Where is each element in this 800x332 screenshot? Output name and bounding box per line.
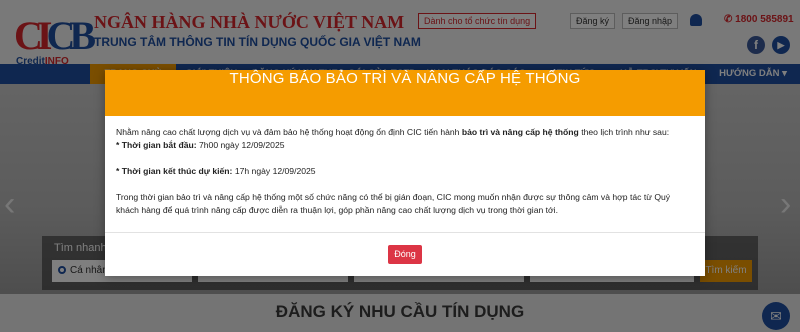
modal-start-time: * Thời gian bắt đầu: 7h00 ngày 12/09/202… <box>116 140 285 150</box>
modal-notice: Trong thời gian bảo trì và nâng cấp hệ t… <box>116 192 671 215</box>
maintenance-modal: THÔNG BÁO BẢO TRÌ VÀ NÂNG CẤP HỆ THỐNG N… <box>105 70 705 276</box>
modal-title: THÔNG BÁO BẢO TRÌ VÀ NÂNG CẤP HỆ THỐNG <box>105 70 705 116</box>
close-button[interactable]: Đóng <box>388 245 422 264</box>
modal-intro: Nhằm nâng cao chất lượng dịch vụ và đảm … <box>116 127 670 137</box>
modal-end-time: * Thời gian kết thúc dự kiến: 17h ngày 1… <box>116 166 316 176</box>
modal-divider <box>105 232 705 233</box>
modal-body: Nhằm nâng cao chất lượng dịch vụ và đảm … <box>116 126 694 217</box>
